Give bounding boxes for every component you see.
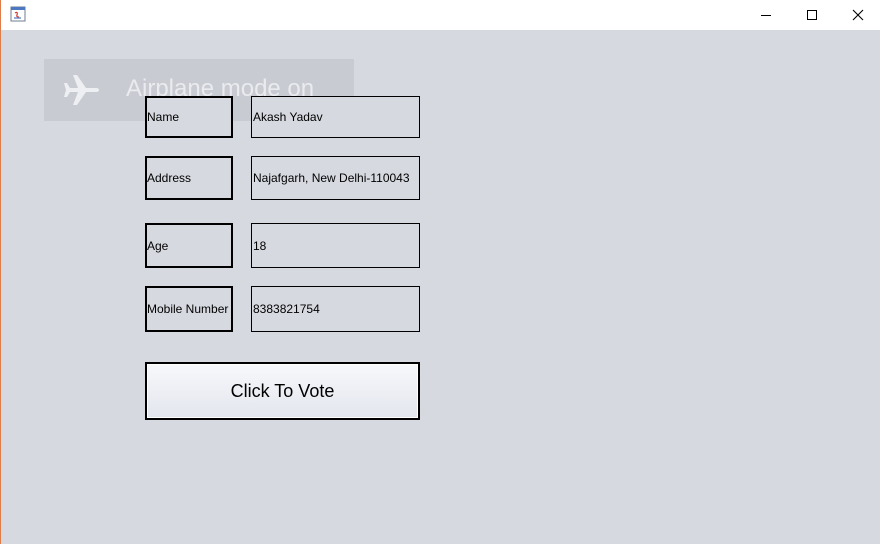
address-field[interactable]: Najafgarh, New Delhi-110043 — [251, 156, 420, 200]
java-app-icon — [10, 6, 26, 22]
age-label: Age — [145, 223, 233, 268]
mobile-number-label: Mobile Number — [145, 286, 233, 332]
vote-button[interactable]: Click To Vote — [145, 362, 420, 420]
name-label: Name — [145, 96, 233, 138]
age-field[interactable]: 18 — [251, 223, 420, 268]
maximize-icon — [806, 9, 818, 21]
title-bar[interactable] — [1, 0, 880, 30]
maximize-button[interactable] — [789, 0, 835, 30]
minimize-icon — [760, 9, 772, 21]
minimize-button[interactable] — [743, 0, 789, 30]
close-button[interactable] — [835, 0, 880, 30]
app-window: Airplane mode on Name Akash Yadav Addres… — [0, 0, 880, 544]
address-label: Address — [145, 156, 233, 200]
name-field[interactable]: Akash Yadav — [251, 96, 420, 138]
mobile-number-field[interactable]: 8383821754 — [251, 286, 420, 332]
close-icon — [852, 9, 864, 21]
airplane-icon — [62, 72, 102, 113]
